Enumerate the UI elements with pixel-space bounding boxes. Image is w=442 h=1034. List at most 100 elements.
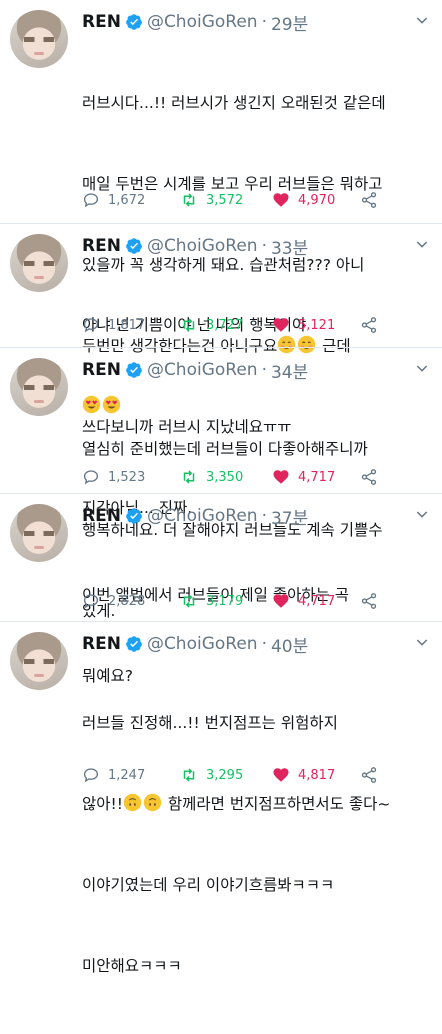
- author-name[interactable]: REN: [82, 12, 121, 32]
- separator-dot: ·: [261, 634, 267, 654]
- verified-badge-icon: [125, 237, 143, 255]
- tweet-text: 러브들 진정해...!! 번지점프는 위험하지 않아!! 함께라면 번지점프하면…: [82, 656, 430, 1034]
- author-handle[interactable]: @ChoiGoRen: [147, 360, 258, 380]
- chevron-down-icon[interactable]: [414, 12, 430, 28]
- author-name[interactable]: REN: [82, 360, 121, 380]
- reply-icon: [82, 468, 100, 486]
- share-button[interactable]: [360, 592, 386, 610]
- verified-badge-icon: [125, 13, 143, 31]
- like-count: 4,970: [298, 192, 336, 208]
- author-handle[interactable]: @ChoiGoRen: [147, 236, 258, 256]
- tweet-5[interactable]: REN @ChoiGoRen · 40분 러브들 진정해...!! 번지점프는 …: [0, 622, 442, 975]
- heart-icon: [272, 191, 290, 209]
- reply-count: 1,523: [108, 469, 146, 485]
- reply-count: 1,672: [108, 192, 146, 208]
- retweet-count: 3,295: [206, 767, 244, 783]
- retweet-button[interactable]: 3,727: [180, 316, 243, 334]
- retweet-button[interactable]: 3,572: [180, 191, 243, 209]
- share-button[interactable]: [360, 316, 386, 334]
- retweet-button[interactable]: 3,295: [180, 766, 243, 784]
- reply-count: 1,817: [108, 317, 146, 333]
- tweet-line: 러브들 진정해...!! 번지점프는 위험하지: [82, 714, 338, 732]
- share-icon: [360, 191, 378, 209]
- avatar[interactable]: [10, 504, 68, 562]
- like-button[interactable]: 4,717: [272, 468, 335, 486]
- timestamp[interactable]: 29분: [271, 10, 308, 35]
- retweet-icon: [180, 766, 198, 784]
- like-button[interactable]: 4,717: [272, 592, 335, 610]
- share-button[interactable]: [360, 766, 386, 784]
- share-icon: [360, 316, 378, 334]
- tweet-line: 러브시다...!! 러브시가 생긴지 오래된것 같은데: [82, 94, 386, 112]
- tweet-header: REN @ChoiGoRen · 40분: [82, 630, 308, 658]
- retweet-count: 3,572: [206, 192, 244, 208]
- tweet-header: REN @ChoiGoRen · 29분: [82, 8, 308, 36]
- tweet-4[interactable]: REN @ChoiGoRen · 37분 이번 앨범에서 러브들이 제일 좋아하…: [0, 494, 442, 685]
- share-button[interactable]: [360, 468, 386, 486]
- tweet-line: 이야기였는데 우리 이야기흐름봐ㅋㅋㅋ: [82, 876, 335, 894]
- avatar[interactable]: [10, 10, 68, 68]
- retweet-button[interactable]: 3,179: [180, 592, 243, 610]
- like-count: 5,121: [298, 317, 336, 333]
- like-button[interactable]: 4,970: [272, 191, 335, 209]
- share-button[interactable]: [360, 191, 386, 209]
- timestamp[interactable]: 37분: [271, 504, 308, 529]
- chevron-down-icon[interactable]: [414, 634, 430, 650]
- upside-down-face-icon: [143, 793, 162, 812]
- reply-button[interactable]: 1,523: [82, 468, 145, 486]
- timestamp[interactable]: 40분: [271, 632, 308, 657]
- author-name[interactable]: REN: [82, 236, 121, 256]
- timestamp[interactable]: 33분: [271, 234, 308, 259]
- retweet-button[interactable]: 3,350: [180, 468, 243, 486]
- reply-count: 1,247: [108, 767, 146, 783]
- chevron-down-icon[interactable]: [414, 236, 430, 252]
- verified-badge-icon: [125, 507, 143, 525]
- retweet-icon: [180, 316, 198, 334]
- author-name[interactable]: REN: [82, 634, 121, 654]
- tweet-2[interactable]: REN @ChoiGoRen · 33분 아냐 넌 기쁨이야 넌 나의 행복이야…: [0, 224, 442, 348]
- tweet-line-with-emoji: 않아!! 함께라면 번지점프하면서도 좋다~: [82, 791, 430, 818]
- author-handle[interactable]: @ChoiGoRen: [147, 634, 258, 654]
- like-count: 4,717: [298, 593, 336, 609]
- tweet-actions: 1,672 3,572 4,970: [82, 191, 382, 213]
- tweet-line: 열심히 준비했는데 러브들이 다좋아해주니까: [82, 440, 368, 458]
- tweet-header: REN @ChoiGoRen · 33분: [82, 232, 308, 260]
- separator-dot: ·: [261, 506, 267, 526]
- tweet-actions: 1,247 3,295 4,817: [82, 766, 382, 788]
- reply-icon: [82, 592, 100, 610]
- reply-button[interactable]: 1,817: [82, 316, 145, 334]
- avatar[interactable]: [10, 358, 68, 416]
- avatar[interactable]: [10, 234, 68, 292]
- reply-button[interactable]: 1,672: [82, 191, 145, 209]
- tweet-3[interactable]: REN @ChoiGoRen · 34분 열심히 준비했는데 러브들이 다좋아해…: [0, 348, 442, 620]
- avatar[interactable]: [10, 632, 68, 690]
- reply-button[interactable]: 2,828: [82, 592, 145, 610]
- tweet-1[interactable]: REN @ChoiGoRen · 29분 러브시다...!! 러브시가 생긴지 …: [0, 0, 442, 517]
- author-handle[interactable]: @ChoiGoRen: [147, 12, 258, 32]
- separator-dot: ·: [261, 360, 267, 380]
- heart-icon: [272, 766, 290, 784]
- share-icon: [360, 766, 378, 784]
- separator-dot: ·: [261, 12, 267, 32]
- retweet-icon: [180, 468, 198, 486]
- like-button[interactable]: 4,817: [272, 766, 335, 784]
- timestamp[interactable]: 34분: [271, 358, 308, 383]
- chevron-down-icon[interactable]: [414, 360, 430, 376]
- author-handle[interactable]: @ChoiGoRen: [147, 506, 258, 526]
- retweet-count: 3,727: [206, 317, 244, 333]
- retweet-icon: [180, 191, 198, 209]
- tweet-actions: 2,828 3,179 4,717: [82, 592, 382, 614]
- tweet-line: 미안해요ㅋㅋㅋ: [82, 957, 182, 975]
- tweet-actions: 1,523 3,350 4,717: [82, 468, 382, 490]
- separator-dot: ·: [261, 236, 267, 256]
- reply-button[interactable]: 1,247: [82, 766, 145, 784]
- retweet-count: 3,179: [206, 593, 244, 609]
- reply-icon: [82, 191, 100, 209]
- author-name[interactable]: REN: [82, 506, 121, 526]
- reply-icon: [82, 316, 100, 334]
- like-button[interactable]: 5,121: [272, 316, 335, 334]
- chevron-down-icon[interactable]: [414, 506, 430, 522]
- heart-icon: [272, 316, 290, 334]
- tweet-actions: 1,817 3,727 5,121: [82, 316, 382, 338]
- share-icon: [360, 592, 378, 610]
